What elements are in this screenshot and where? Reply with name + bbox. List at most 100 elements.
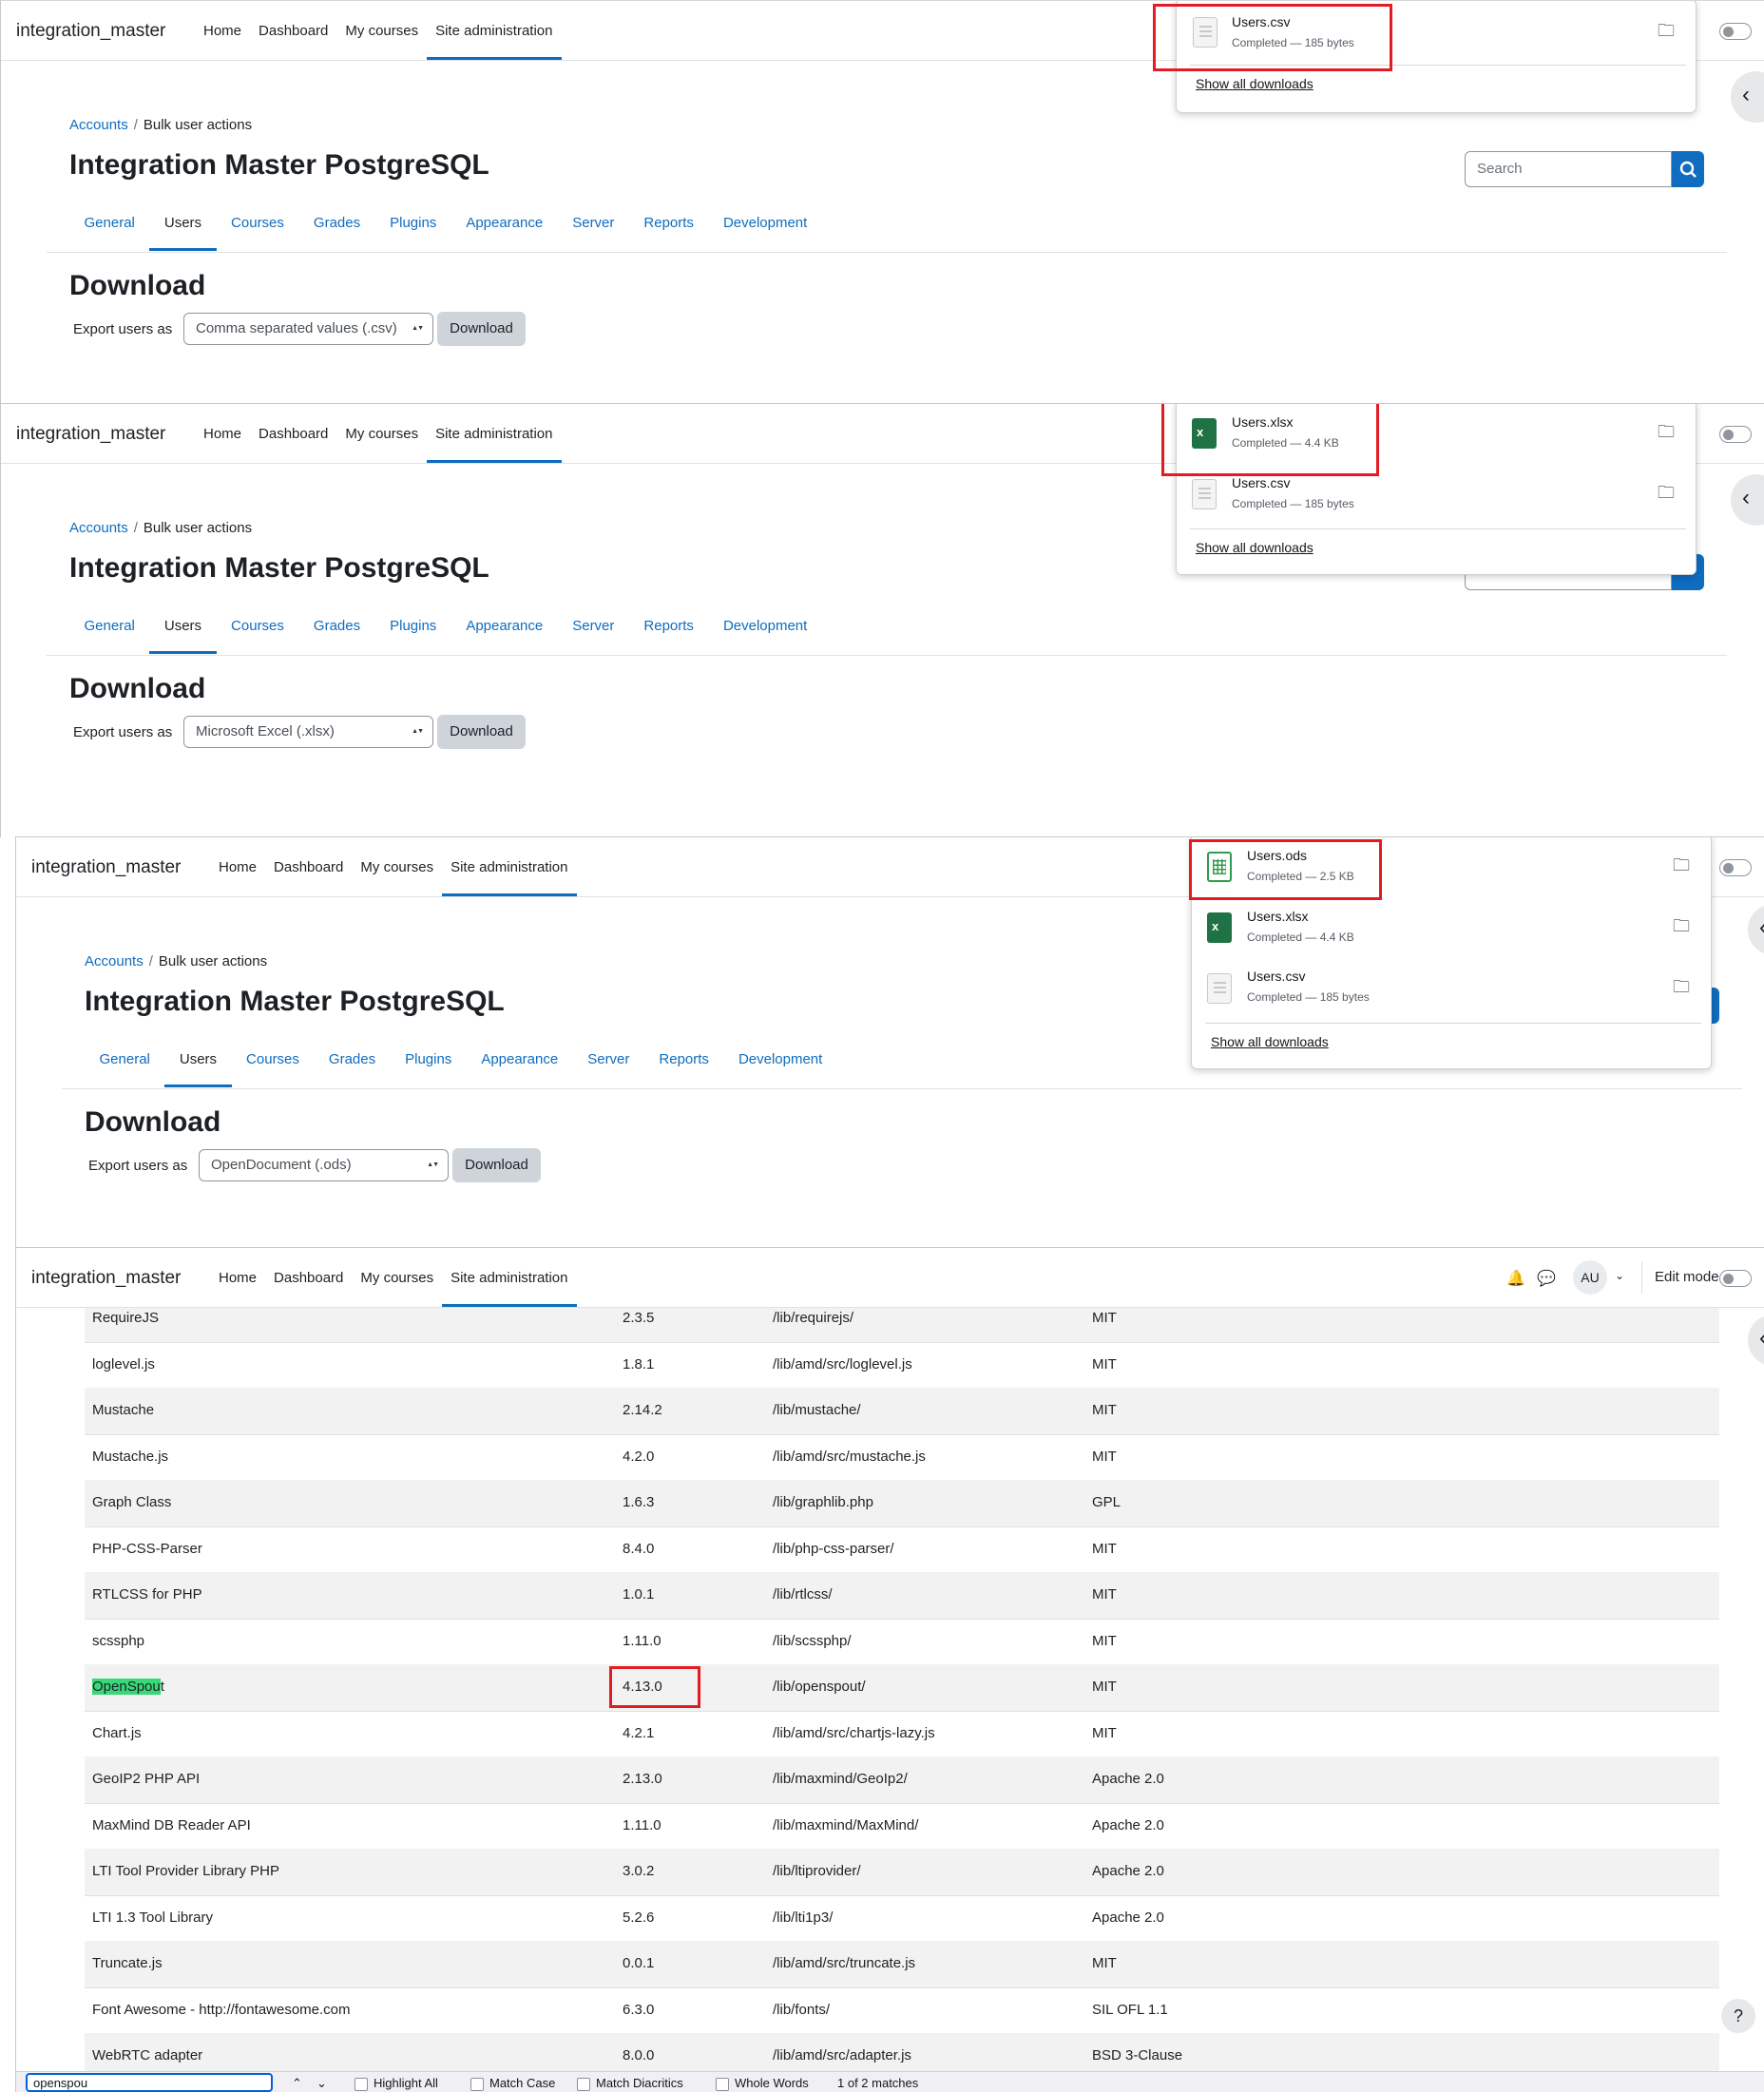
tab-server[interactable]: Server (573, 1032, 644, 1087)
tab-plugins[interactable]: Plugins (391, 1032, 467, 1087)
export-format-select[interactable]: OpenDocument (.ods) ▲▼ (199, 1149, 449, 1181)
tab-general[interactable]: General (69, 196, 149, 251)
site-brand[interactable]: integration_master (16, 21, 165, 42)
folder-icon[interactable]: 🗀 (1673, 975, 1690, 1004)
whole-words-checkbox[interactable]: Whole Words (716, 2076, 809, 2091)
nav-my-courses[interactable]: My courses (336, 404, 427, 463)
find-previous-icon[interactable]: ⌃ (292, 2076, 302, 2091)
folder-icon[interactable]: 🗀 (1658, 19, 1675, 48)
highlight-all-checkbox[interactable]: Highlight All (355, 2076, 438, 2091)
download-button[interactable]: Download (437, 715, 526, 749)
annotation-box (1161, 404, 1379, 476)
tab-reports[interactable]: Reports (644, 1032, 724, 1087)
tab-users[interactable]: Users (149, 196, 217, 251)
edit-mode-toggle[interactable] (1719, 859, 1752, 876)
folder-icon[interactable]: 🗀 (1658, 420, 1675, 449)
drawer-toggle[interactable]: ‹ (1731, 474, 1764, 526)
tab-courses[interactable]: Courses (217, 599, 299, 654)
tab-development[interactable]: Development (708, 196, 821, 251)
tab-courses[interactable]: Courses (217, 196, 299, 251)
show-all-downloads[interactable]: Show all downloads (1196, 76, 1313, 91)
edit-mode-toggle[interactable] (1719, 23, 1752, 40)
site-brand[interactable]: integration_master (31, 857, 181, 878)
find-input[interactable]: openspou (26, 2073, 273, 2092)
nav-home[interactable]: Home (195, 404, 250, 463)
tab-grades[interactable]: Grades (298, 196, 374, 251)
match-case-checkbox[interactable]: Match Case (470, 2076, 555, 2091)
nav-my-courses[interactable]: My courses (336, 1, 427, 60)
nav-dashboard[interactable]: Dashboard (250, 404, 336, 463)
breadcrumb-accounts[interactable]: Accounts (69, 117, 128, 133)
nav-site-administration[interactable]: Site administration (427, 404, 562, 463)
folder-icon[interactable]: 🗀 (1673, 854, 1690, 882)
export-format-select[interactable]: Microsoft Excel (.xlsx) ▲▼ (183, 716, 433, 748)
nav-dashboard[interactable]: Dashboard (265, 837, 352, 896)
select-caret-icon: ▲▼ (412, 728, 424, 735)
tab-development[interactable]: Development (723, 1032, 836, 1087)
library-version: 2.14.2 (623, 1402, 662, 1418)
drawer-toggle[interactable]: ‹ (1731, 71, 1764, 123)
tab-general[interactable]: General (69, 599, 149, 654)
download-item-csv[interactable]: Users.csv Completed — 185 bytes 🗀 (1192, 956, 1711, 1015)
find-result-count: 1 of 2 matches (837, 2076, 919, 2090)
nav-dashboard[interactable]: Dashboard (265, 1248, 352, 1307)
tab-grades[interactable]: Grades (298, 599, 374, 654)
breadcrumb-accounts[interactable]: Accounts (69, 520, 128, 536)
folder-icon[interactable]: 🗀 (1658, 481, 1675, 509)
site-brand[interactable]: integration_master (16, 424, 165, 445)
drawer-toggle[interactable]: ‹ (1748, 1315, 1764, 1366)
tab-appearance[interactable]: Appearance (467, 1032, 573, 1087)
edit-mode-toggle[interactable] (1719, 1270, 1752, 1287)
search-input[interactable]: Search (1465, 151, 1672, 187)
folder-icon[interactable]: 🗀 (1673, 914, 1690, 943)
tab-reports[interactable]: Reports (629, 599, 709, 654)
tab-appearance[interactable]: Appearance (451, 196, 558, 251)
export-format-value: Comma separated values (.csv) (196, 320, 397, 336)
download-item-xlsx[interactable]: x Users.xlsx Completed — 4.4 KB 🗀 (1192, 895, 1711, 954)
help-icon[interactable]: ? (1721, 1999, 1755, 2033)
breadcrumb-accounts[interactable]: Accounts (85, 953, 144, 969)
show-all-downloads[interactable]: Show all downloads (1196, 540, 1313, 555)
tab-plugins[interactable]: Plugins (375, 599, 451, 654)
site-brand[interactable]: integration_master (31, 1268, 181, 1289)
tab-development[interactable]: Development (708, 599, 821, 654)
nav-my-courses[interactable]: My courses (352, 1248, 442, 1307)
edit-mode-toggle[interactable] (1719, 426, 1752, 443)
library-license: MIT (1092, 1632, 1117, 1649)
nav-home[interactable]: Home (210, 837, 265, 896)
download-button[interactable]: Download (452, 1148, 541, 1182)
nav-dashboard[interactable]: Dashboard (250, 1, 336, 60)
match-diacritics-checkbox[interactable]: Match Diacritics (577, 2076, 683, 2091)
tab-server[interactable]: Server (558, 599, 629, 654)
export-format-select[interactable]: Comma separated values (.csv) ▲▼ (183, 313, 433, 345)
chat-icon[interactable]: 💬 (1537, 1269, 1556, 1288)
bell-icon[interactable]: 🔔 (1506, 1269, 1525, 1288)
show-all-downloads[interactable]: Show all downloads (1211, 1034, 1329, 1049)
library-location: /lib/php-css-parser/ (773, 1540, 894, 1557)
tab-users[interactable]: Users (149, 599, 217, 654)
nav-site-administration[interactable]: Site administration (427, 1, 562, 60)
tab-server[interactable]: Server (558, 196, 629, 251)
search-button[interactable] (1672, 151, 1704, 187)
library-name: LTI 1.3 Tool Library (92, 1909, 214, 1926)
tab-grades[interactable]: Grades (314, 1032, 390, 1087)
tab-reports[interactable]: Reports (629, 196, 709, 251)
nav-site-administration[interactable]: Site administration (442, 1248, 577, 1307)
download-button[interactable]: Download (437, 312, 526, 346)
find-next-icon[interactable]: ⌄ (316, 2076, 327, 2091)
tab-appearance[interactable]: Appearance (451, 599, 558, 654)
downloads-divider (1190, 528, 1686, 529)
tab-general[interactable]: General (85, 1032, 164, 1087)
drawer-toggle[interactable]: ‹ (1748, 904, 1764, 955)
nav-home[interactable]: Home (195, 1, 250, 60)
tab-plugins[interactable]: Plugins (375, 196, 451, 251)
page-title: Integration Master PostgreSQL (69, 149, 489, 181)
library-license: Apache 2.0 (1092, 1771, 1164, 1787)
avatar[interactable]: AU (1573, 1260, 1607, 1295)
nav-home[interactable]: Home (210, 1248, 265, 1307)
tab-courses[interactable]: Courses (232, 1032, 315, 1087)
chevron-down-icon[interactable]: ⌄ (1615, 1269, 1624, 1282)
nav-my-courses[interactable]: My courses (352, 837, 442, 896)
nav-site-administration[interactable]: Site administration (442, 837, 577, 896)
tab-users[interactable]: Users (164, 1032, 232, 1087)
